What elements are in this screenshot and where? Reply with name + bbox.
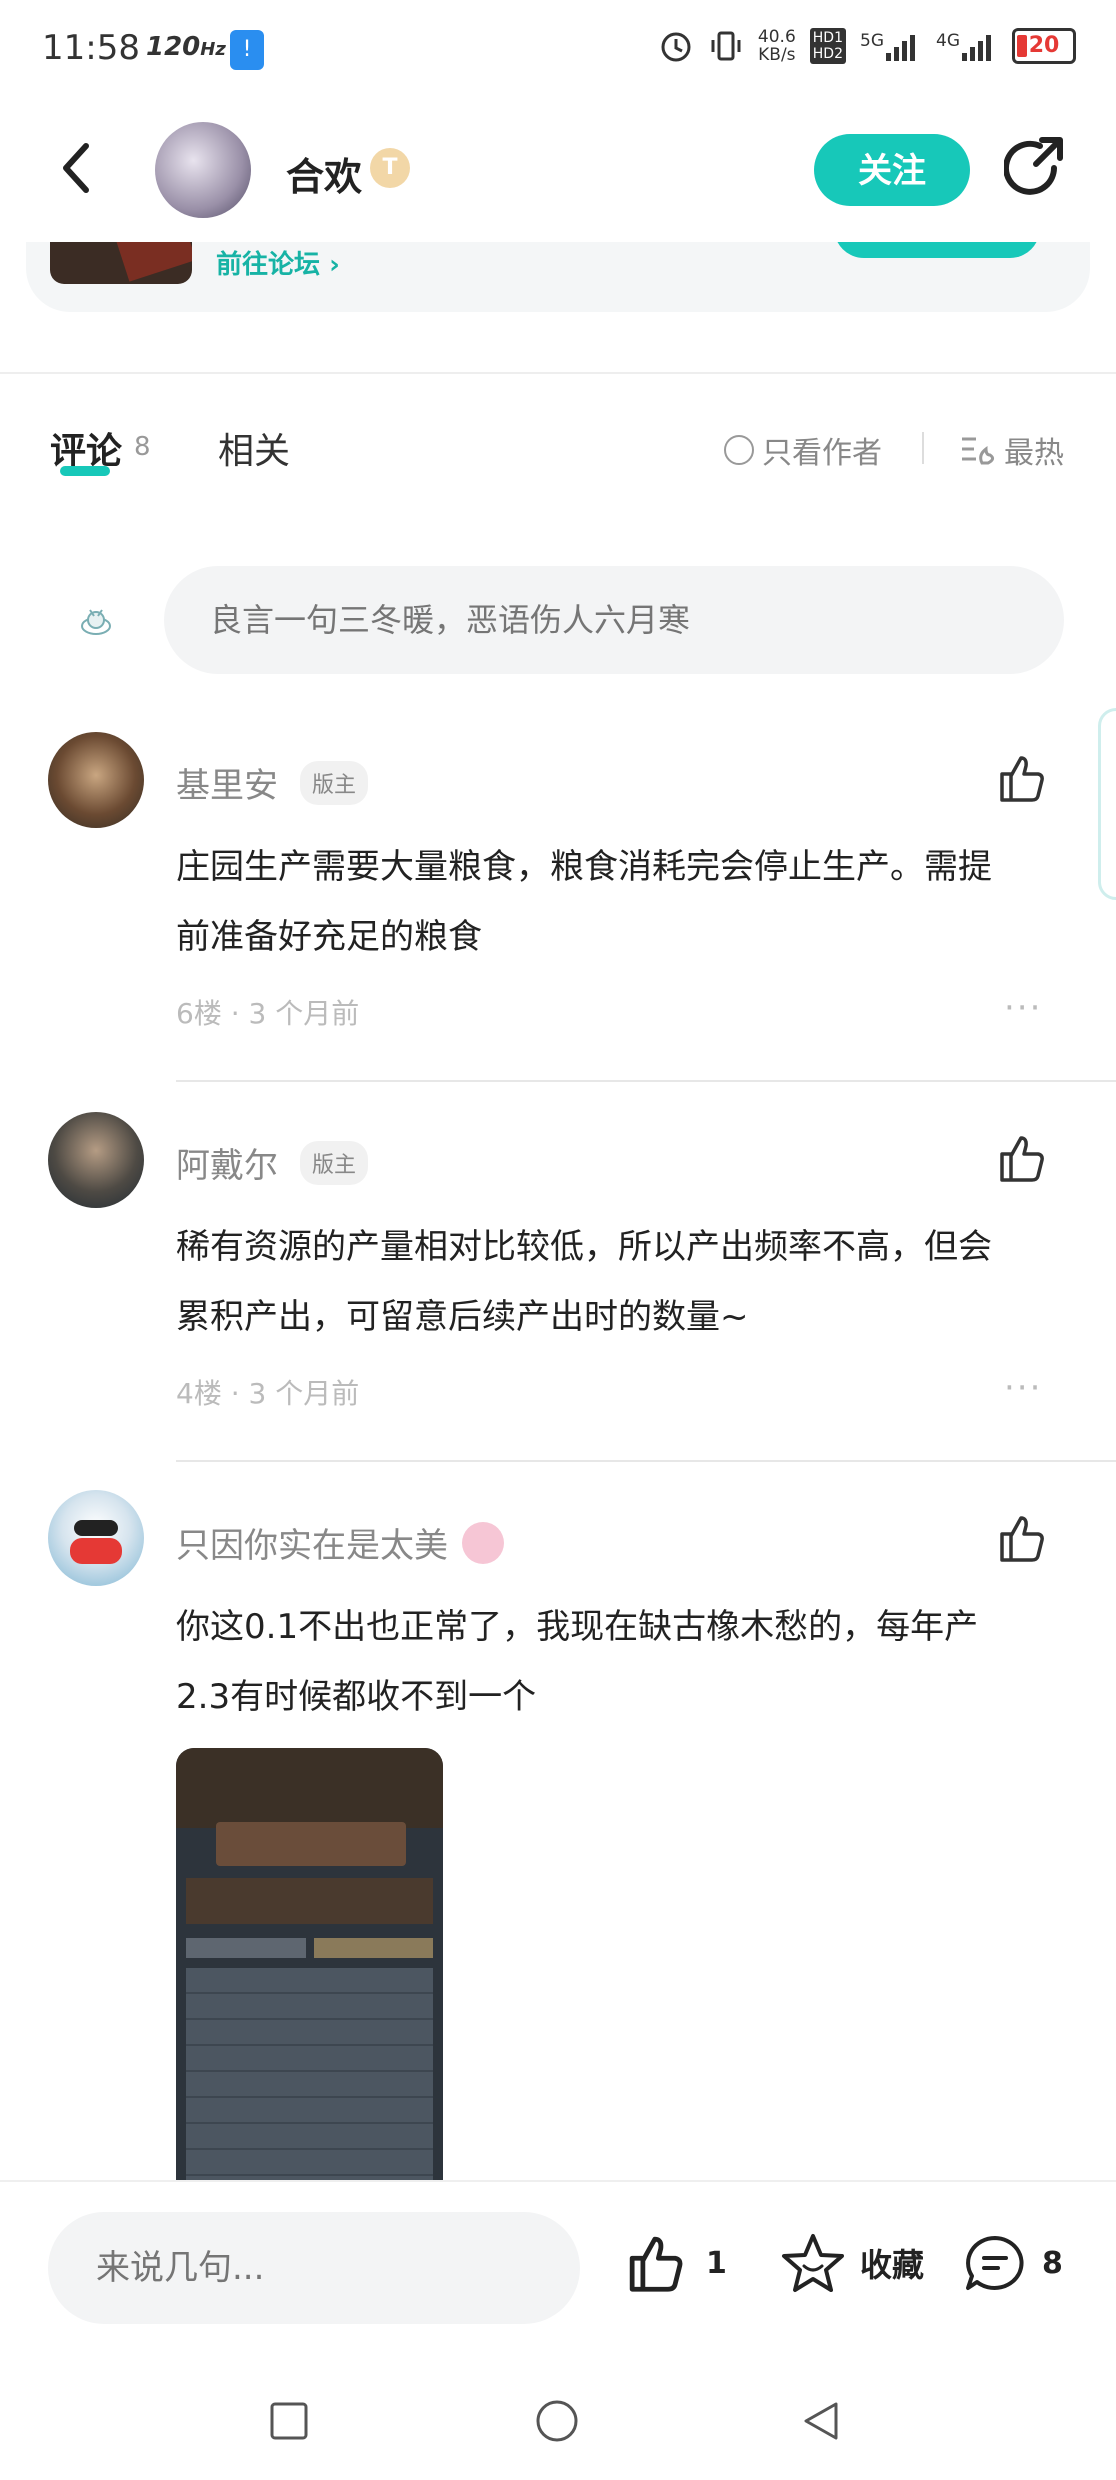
forum-card[interactable]: 前往论坛 › — [26, 242, 1090, 312]
sort-hot-button[interactable]: 最热 — [960, 428, 1064, 472]
comments-button[interactable]: 8 — [962, 2232, 1063, 2294]
comment-meta: 4楼 · 3 个月前 — [176, 1377, 360, 1410]
moderator-badge: 版主 — [300, 1140, 369, 1185]
status-icons: 40.6 KB/s HD1 HD2 5G 4G 20 — [658, 28, 1076, 64]
comment-avatar[interactable] — [48, 1112, 144, 1208]
go-to-forum-link[interactable]: 前往论坛 › — [216, 244, 340, 281]
back-nav-icon[interactable] — [800, 2400, 842, 2442]
home-icon[interactable] — [534, 2398, 580, 2444]
more-icon[interactable]: ··· — [1004, 988, 1042, 1028]
favorite-button[interactable]: 收藏 — [780, 2232, 924, 2294]
thumbs-up-icon[interactable] — [996, 1512, 1048, 1564]
author-avatar[interactable] — [155, 122, 251, 218]
vibrate-icon — [711, 31, 741, 61]
signal-icon — [962, 35, 991, 61]
comment-avatar[interactable] — [48, 732, 144, 828]
notification-icon: ! — [230, 30, 264, 70]
only-author-toggle[interactable]: 只看作者 — [724, 428, 882, 472]
recent-apps-icon[interactable] — [268, 2400, 310, 2442]
thumbs-up-icon[interactable] — [996, 1132, 1048, 1184]
system-nav-bar — [0, 2360, 1116, 2480]
back-arrow-icon[interactable] — [52, 138, 102, 198]
comment-bubble-icon — [966, 2236, 1024, 2290]
comment-image[interactable] — [176, 1748, 443, 2180]
refresh-rate: 120Hz — [146, 32, 226, 62]
hd-icon: HD1 HD2 — [809, 28, 846, 64]
comment-text: 庄园生产需要大量粮食，粮食消耗完会停止生产。需提 前准备好充足的粮食 — [176, 847, 992, 957]
battery-icon: 20 — [1012, 28, 1076, 64]
thumbs-up-icon — [629, 2236, 683, 2292]
status-bar: 11:58 120Hz ! 40.6 KB/s HD1 HD2 5G 4G 20 — [0, 0, 1116, 100]
moderator-badge: 版主 — [300, 760, 369, 805]
comment-text: 你这0.1不出也正常了，我现在缺古橡木愁的，每年产 2.3有时候都收不到一个 — [176, 1607, 979, 1717]
status-time: 11:58 — [42, 28, 140, 68]
comment-avatar[interactable] — [48, 1490, 144, 1586]
comment-author-name[interactable]: 阿戴尔 — [176, 1138, 278, 1187]
comment-author-name[interactable]: 基里安 — [176, 758, 278, 807]
game-thumbnail — [50, 242, 192, 284]
share-icon[interactable] — [1004, 134, 1068, 204]
comment-input[interactable] — [164, 566, 1064, 674]
comment-divider — [176, 1460, 1116, 1462]
signal-5g: 5G — [860, 31, 922, 61]
alarm-icon — [661, 32, 691, 62]
bottom-comment-input[interactable] — [48, 2212, 580, 2324]
floating-side-tab[interactable] — [1098, 708, 1116, 900]
chevron-right-icon: › — [329, 250, 340, 280]
comment-author-name[interactable]: 只因你实在是太美 — [176, 1518, 448, 1567]
radio-icon — [724, 435, 754, 465]
comment-meta: 6楼 · 3 个月前 — [176, 997, 360, 1030]
bottom-like-button[interactable]: 1 — [624, 2232, 727, 2294]
forum-card-button[interactable] — [834, 242, 1040, 258]
comment-divider — [176, 1080, 1116, 1082]
user-avatar-icon — [81, 609, 111, 635]
comment-text: 稀有资源的产量相对比较低，所以产出频率不高，但会 累积产出，可留意后续产出时的数… — [176, 1227, 992, 1337]
fan-badge-icon — [462, 1521, 504, 1564]
more-icon[interactable]: ··· — [1004, 1368, 1042, 1408]
author-name[interactable]: 合欢 — [286, 146, 362, 201]
sort-icon — [962, 437, 995, 465]
tab-related[interactable]: 相关 — [218, 422, 290, 474]
bottom-bar-divider — [0, 2180, 1116, 2182]
vertical-separator — [922, 432, 924, 464]
section-divider — [0, 372, 1116, 374]
net-speed: 40.6 KB/s — [757, 27, 796, 65]
author-level-badge: T — [370, 148, 410, 188]
tab-comments-count: 8 — [134, 432, 151, 462]
active-tab-indicator — [60, 466, 110, 476]
signal-icon — [886, 35, 915, 61]
star-icon — [782, 2234, 844, 2292]
thumbs-up-icon[interactable] — [996, 752, 1048, 804]
follow-button[interactable]: 关注 — [814, 134, 970, 206]
signal-4g: 4G — [936, 31, 998, 61]
